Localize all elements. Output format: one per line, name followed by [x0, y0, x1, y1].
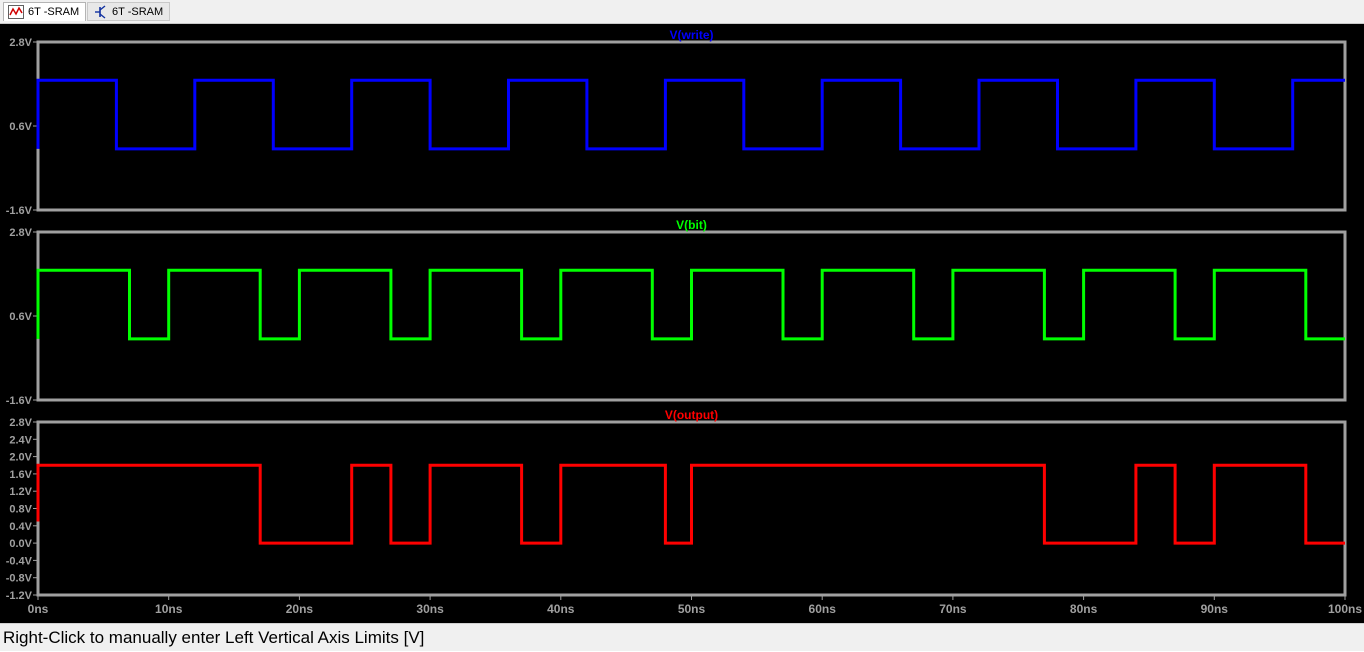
x-tick-label: 40ns	[547, 602, 575, 616]
tab-waveform[interactable]: 6T -SRAM	[3, 2, 87, 21]
trace-title: V(write)	[669, 28, 713, 42]
y-tick-label: 0.4V	[9, 521, 32, 533]
y-tick-label: 1.2V	[9, 486, 32, 498]
trace-title: V(bit)	[676, 218, 707, 232]
x-tick-label: 0ns	[28, 602, 49, 616]
x-tick-label: 70ns	[939, 602, 967, 616]
x-tick-label: 50ns	[678, 602, 706, 616]
plot-frame	[36, 40, 1347, 212]
x-tick-label: 10ns	[155, 602, 183, 616]
x-tick-label: 80ns	[1070, 602, 1098, 616]
waveform-icon	[8, 5, 24, 19]
y-tick-label: -1.6V	[6, 205, 33, 217]
plot-pane-3: 2.8V 2.4V 2.0V 1.6V 1.2V 0.8V 0.4V 0.0V -0.4V -0.…	[6, 408, 1363, 616]
schematic-icon	[92, 4, 108, 19]
y-tick-label: 1.6V	[9, 469, 32, 481]
y-tick-label: 2.0V	[9, 452, 32, 464]
status-bar: Right-Click to manually enter Left Verti…	[0, 623, 1364, 651]
y-tick-label: 0.8V	[9, 504, 32, 516]
trace-line	[36, 268, 1345, 341]
trace-title: V(output)	[665, 408, 718, 422]
y-tick-label: -1.6V	[6, 395, 33, 407]
tab-label: 6T -SRAM	[112, 5, 164, 18]
y-tick-label: 0.0V	[9, 538, 32, 550]
plot-pane-1: 2.8V 0.6V -1.6V V(write)	[6, 28, 1347, 217]
waveform-plots: 2.8V 0.6V -1.6V V(write) 2.8V 0.6V -1.6V V(bit)…	[6, 28, 1363, 616]
y-tick-label: -0.8V	[6, 573, 33, 585]
y-tick-label: 2.8V	[9, 417, 32, 429]
status-text: Right-Click to manually enter Left Verti…	[3, 628, 425, 647]
trace-line	[36, 78, 1345, 151]
y-tick-label: 0.6V	[9, 121, 32, 133]
y-tick-label: 2.8V	[9, 37, 32, 49]
x-tick-label: 20ns	[286, 602, 314, 616]
waveform-viewer[interactable]: 2.8V 0.6V -1.6V V(write) 2.8V 0.6V -1.6V V(bit)…	[0, 24, 1364, 623]
y-tick-label: -0.4V	[6, 555, 33, 567]
y-tick-label: 2.4V	[9, 434, 32, 446]
y-tick-label: -1.2V	[6, 590, 33, 602]
tab-label: 6T -SRAM	[28, 6, 80, 18]
x-tick-label: 60ns	[809, 602, 837, 616]
tab-schematic[interactable]: 6T -SRAM	[87, 2, 171, 21]
y-tick-label: 0.6V	[9, 311, 32, 323]
plot-pane-2: 2.8V 0.6V -1.6V V(bit)	[6, 218, 1347, 407]
x-tick-label: 90ns	[1201, 602, 1229, 616]
trace-line	[36, 463, 1345, 545]
tab-bar: 6T -SRAM 6T -SRAM	[0, 0, 1364, 24]
x-tick-label: 100ns	[1328, 602, 1362, 616]
y-tick-label: 2.8V	[9, 227, 32, 239]
x-tick-label: 30ns	[416, 602, 444, 616]
